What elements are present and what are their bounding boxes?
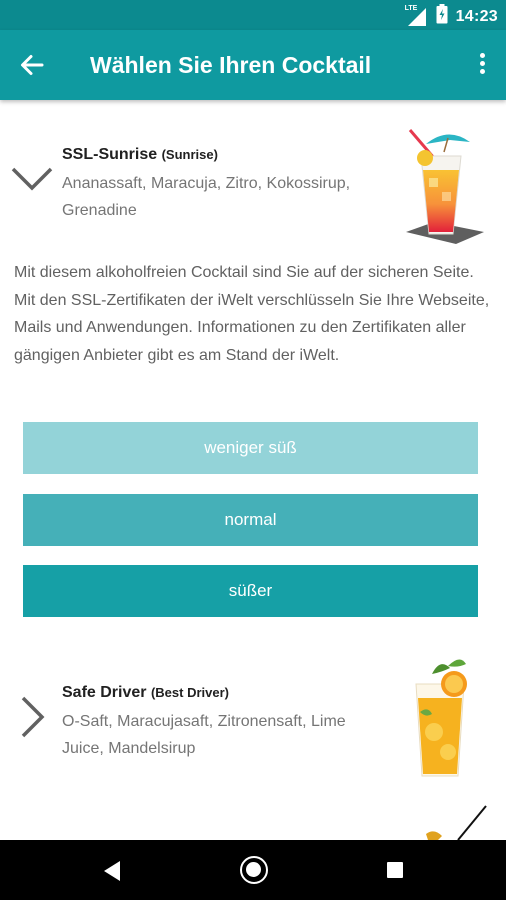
cocktail-alt-name: (Best Driver) — [150, 685, 229, 700]
nav-back-icon[interactable] — [102, 860, 122, 887]
cocktail-description: Mit diesem alkoholfreien Cocktail sind S… — [14, 264, 490, 364]
cocktail-name: Safe Driver (Best Driver) — [62, 684, 229, 702]
status-time: 14:23 — [455, 7, 498, 25]
cocktail-title: Safe Driver — [62, 684, 147, 701]
page-title: Wählen Sie Ihren Cocktail — [90, 52, 372, 78]
option-normal-button[interactable]: normal — [23, 494, 478, 546]
signal-icon: LTE — [405, 5, 428, 27]
cocktail-glass-icon — [424, 804, 494, 845]
cocktail-ingredients: O-Saft, Maracujasaft, Zitronensaft, Lime… — [62, 713, 346, 757]
chevron-down-icon[interactable] — [10, 166, 54, 197]
sunrise-cocktail-glass-icon — [388, 112, 494, 257]
nav-home-icon[interactable] — [240, 856, 268, 884]
option-weniger-suess-button[interactable]: weniger süß — [23, 422, 478, 474]
navigation-bar — [0, 840, 506, 900]
cocktail-alt-name: (Sunrise) — [161, 147, 218, 162]
chevron-right-icon[interactable] — [20, 695, 46, 744]
cocktail-name: SSL-Sunrise (Sunrise) — [62, 146, 218, 164]
cocktail-ingredients: Ananassaft, Maracuja, Zitro, Kokossirup,… — [62, 175, 351, 219]
app-bar: Wählen Sie Ihren Cocktail — [0, 30, 506, 100]
more-vertical-icon[interactable] — [472, 50, 492, 80]
orange-cocktail-glass-icon — [402, 654, 482, 785]
battery-icon — [436, 4, 448, 29]
status-icons: LTE 14:23 — [405, 4, 498, 29]
arrow-back-icon[interactable] — [14, 47, 50, 83]
status-bar: LTE 14:23 — [0, 0, 506, 30]
cocktail-title: SSL-Sunrise — [62, 146, 158, 163]
option-suesser-button[interactable]: süßer — [23, 565, 478, 617]
nav-recents-icon[interactable] — [387, 862, 403, 878]
